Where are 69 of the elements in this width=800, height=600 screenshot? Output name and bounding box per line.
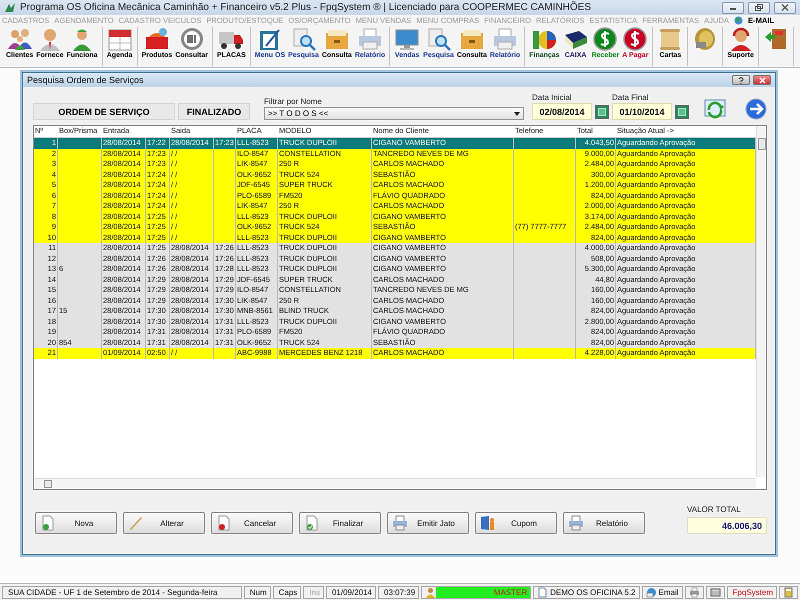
status-text: Caps <box>278 588 298 596</box>
action-button[interactable]: Finalizar <box>299 512 381 534</box>
keyboard-icon <box>710 586 721 598</box>
label-panel: FINALIZADO <box>178 103 250 120</box>
drawer-icon <box>324 27 350 51</box>
close-icon <box>781 4 789 11</box>
status-text: DEMO OS OFICINA 5.2 <box>550 588 636 596</box>
calendar-icon <box>678 108 686 116</box>
status-text: SUA CIDADE - UF 1 de Setembro de 2014 - Segunda-feira <box>8 588 218 596</box>
status-text: FpqSystem <box>732 588 773 596</box>
arrow-right-icon <box>745 98 767 120</box>
dialog-title: Pesquisa Ordem de Serviços <box>27 75 145 85</box>
status-text: Num <box>250 588 267 596</box>
user-icon <box>425 586 436 598</box>
name-filter-dropdown[interactable]: >> T O D O S << <box>264 107 524 120</box>
status-text: Email <box>658 588 679 596</box>
action-button[interactable]: Alterar <box>123 512 205 534</box>
date-field[interactable]: 01/10/2014 <box>612 103 672 120</box>
drawer-icon <box>458 27 485 51</box>
refresh-button[interactable] <box>703 98 727 120</box>
printer-icon <box>688 586 700 598</box>
close-button[interactable] <box>774 2 796 14</box>
total-label: VALOR TOTAL <box>687 505 742 514</box>
minimize-button[interactable] <box>722 2 744 14</box>
toolbox-icon <box>144 27 170 51</box>
people-icon <box>6 27 33 51</box>
status-text: 01/09/2014 <box>332 588 372 596</box>
field-label: Filtrar por Nome <box>264 97 323 106</box>
close-button[interactable] <box>753 75 771 85</box>
new-document-icon <box>40 515 56 531</box>
refresh-window-icon <box>703 98 727 120</box>
cancel-document-icon <box>216 515 232 531</box>
status-text: Ins <box>309 588 320 596</box>
document-icon <box>537 586 548 598</box>
calendar-icon <box>598 108 606 116</box>
exit-door-icon <box>762 27 789 51</box>
status-text: MASTER <box>494 588 528 596</box>
dropdown-arrow-icon <box>514 112 520 116</box>
action-button[interactable]: Cancelar <box>211 512 293 534</box>
label-panel: ORDEM DE SERVIÇO <box>33 103 175 120</box>
help-button[interactable] <box>732 75 750 85</box>
calendar-button[interactable] <box>675 105 689 119</box>
close-icon <box>758 76 766 84</box>
total-value: 46.006,30 <box>687 517 767 534</box>
calendar-button[interactable] <box>595 105 609 119</box>
globe-icon <box>734 16 743 25</box>
check-document-icon <box>304 515 320 531</box>
printer-icon <box>392 515 408 531</box>
pencil-icon <box>128 515 144 531</box>
status-text: 03:07:39 <box>384 588 416 596</box>
window-title: Programa OS Oficina Mecânica Caminhão + Financeiro v5.2 Plus - FpqSystem ® | Licenciado para COOPERMEC CAMINHÕES <box>20 2 592 13</box>
app-icon <box>4 2 16 13</box>
action-button[interactable]: Relatório <box>563 512 645 534</box>
receipt-icon <box>480 515 496 531</box>
restore-icon <box>755 4 763 11</box>
action-button[interactable]: Cupom <box>475 512 557 534</box>
restore-button[interactable] <box>748 2 770 14</box>
action-button[interactable]: Nova <box>35 512 117 534</box>
printer-icon <box>568 515 584 531</box>
calculator-icon <box>783 586 794 598</box>
next-button[interactable] <box>745 98 767 120</box>
action-button[interactable]: Emitir Jato <box>387 512 469 534</box>
horizontal-scrollbar[interactable] <box>34 478 756 489</box>
vertical-scrollbar[interactable] <box>756 126 766 477</box>
monitor-icon <box>394 27 420 51</box>
field-label: Data Final <box>612 93 650 102</box>
question-icon <box>738 76 744 84</box>
date-field[interactable]: 02/08/2014 <box>532 103 592 120</box>
field-label: Data Inicial <box>532 93 573 102</box>
